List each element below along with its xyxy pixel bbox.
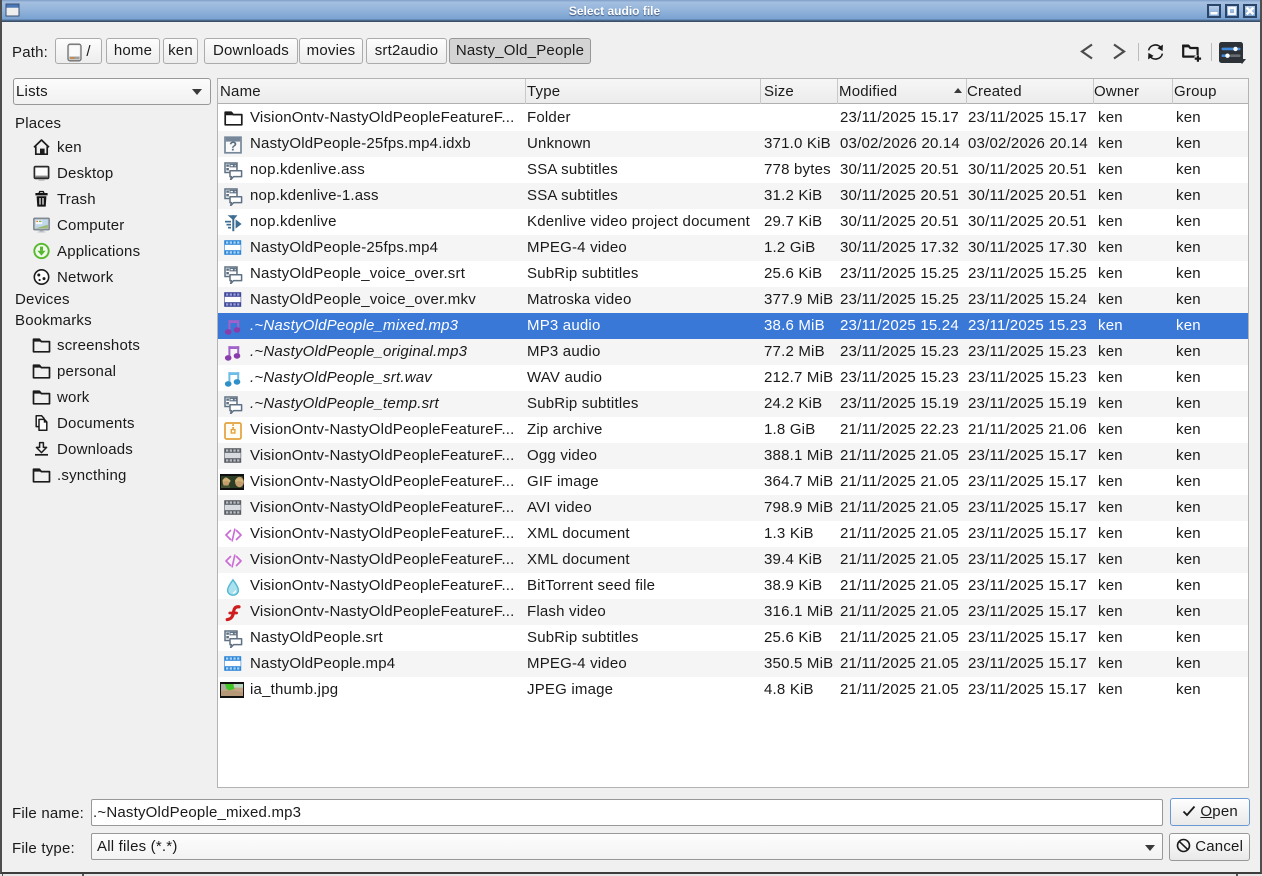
svg-text:?: ? (229, 139, 237, 154)
